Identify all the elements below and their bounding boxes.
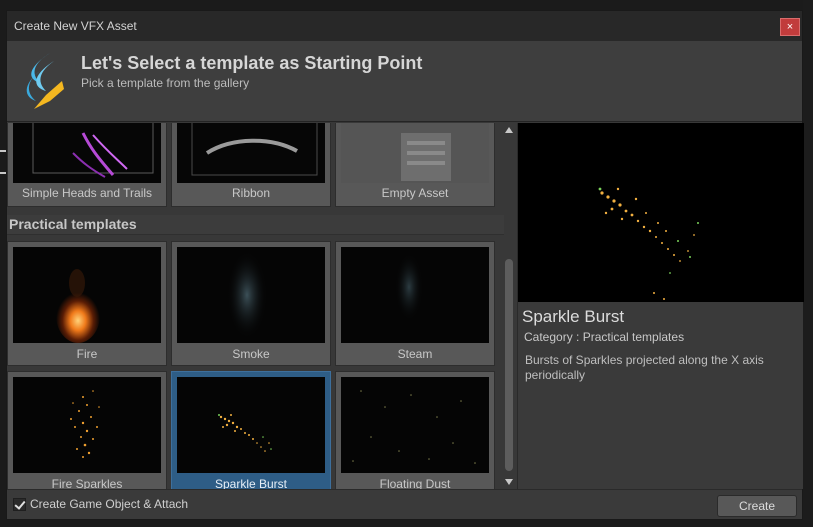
preview-title: Sparkle Burst bbox=[522, 307, 625, 326]
template-label: Empty Asset bbox=[381, 186, 449, 200]
template-gallery[interactable]: Simple Heads and Trails Ribbon Empty Ass… bbox=[7, 123, 504, 489]
template-label: Fire Sparkles bbox=[51, 477, 123, 489]
floating-dust-preview-image bbox=[341, 377, 489, 473]
sparkle-burst-large-preview bbox=[518, 123, 804, 302]
template-tile-floating-dust[interactable]: Floating Dust bbox=[335, 371, 495, 489]
window-title: Create New VFX Asset bbox=[14, 19, 137, 33]
gallery-scrollbar[interactable] bbox=[504, 123, 516, 489]
preview-description: Bursts of Sparkles projected along the X… bbox=[525, 353, 764, 382]
fire-preview-image bbox=[13, 247, 161, 343]
template-tile-fire-sparkles[interactable]: Fire Sparkles bbox=[7, 371, 167, 489]
template-tile-fire[interactable]: Fire bbox=[7, 241, 167, 366]
scroll-up-icon[interactable] bbox=[505, 127, 513, 133]
header-title: Let's Select a template as Starting Poin… bbox=[81, 53, 423, 73]
template-label: Floating Dust bbox=[379, 477, 451, 489]
template-tile-sparkle-burst[interactable]: Sparkle Burst bbox=[171, 371, 331, 489]
template-thumbnail bbox=[13, 377, 161, 473]
dialog-footer: Create Game Object & Attach Create bbox=[7, 489, 802, 519]
template-label: Fire bbox=[76, 347, 98, 361]
create-game-object-label[interactable]: Create Game Object & Attach bbox=[30, 497, 188, 511]
fire-sparkles-preview-image bbox=[13, 377, 161, 473]
section-title-text: Practical templates bbox=[9, 216, 137, 232]
create-vfx-asset-dialog: Create New VFX Asset × Let's Select a te… bbox=[6, 10, 804, 520]
empty-asset-preview-image bbox=[341, 123, 489, 183]
header-subtitle: Pick a template from the gallery bbox=[81, 76, 250, 90]
dialog-header: Let's Select a template as Starting Poin… bbox=[7, 41, 802, 122]
template-label: Ribbon bbox=[231, 186, 271, 200]
steam-preview-image bbox=[341, 247, 489, 343]
section-title-practical: Practical templates bbox=[7, 215, 504, 235]
vfx-graph-logo-icon bbox=[26, 53, 64, 109]
sparkle-burst-preview-image bbox=[177, 377, 325, 473]
template-thumbnail bbox=[341, 377, 489, 473]
create-game-object-checkbox[interactable] bbox=[13, 498, 26, 511]
preview-image bbox=[518, 123, 804, 302]
template-preview-panel: Sparkle Burst Category : Practical templ… bbox=[517, 123, 804, 489]
template-thumbnail bbox=[177, 123, 325, 183]
close-icon: × bbox=[786, 21, 794, 33]
scrollbar-thumb[interactable] bbox=[505, 259, 513, 471]
template-thumbnail bbox=[341, 123, 489, 183]
smoke-preview-image bbox=[177, 247, 325, 343]
template-tile-smoke[interactable]: Smoke bbox=[171, 241, 331, 366]
desktop-background-bottom bbox=[0, 520, 813, 527]
template-tile-simple-heads-and-trails[interactable]: Simple Heads and Trails bbox=[7, 123, 167, 207]
template-tile-empty-asset[interactable]: Empty Asset bbox=[335, 123, 495, 207]
scroll-down-icon[interactable] bbox=[505, 479, 513, 485]
template-label: Steam bbox=[397, 347, 433, 361]
heads-and-trails-preview-image bbox=[13, 123, 161, 183]
title-bar[interactable]: Create New VFX Asset × bbox=[7, 11, 802, 41]
close-button[interactable]: × bbox=[780, 18, 800, 36]
template-label: Smoke bbox=[232, 347, 270, 361]
ribbon-preview-image bbox=[177, 123, 325, 183]
template-thumbnail bbox=[341, 247, 489, 343]
desktop-background-right bbox=[803, 0, 813, 527]
template-thumbnail bbox=[13, 123, 161, 183]
template-label: Simple Heads and Trails bbox=[21, 186, 153, 200]
template-tile-steam[interactable]: Steam bbox=[335, 241, 495, 366]
desktop-background-top bbox=[0, 0, 813, 10]
template-thumbnail bbox=[13, 247, 161, 343]
template-tile-ribbon[interactable]: Ribbon bbox=[171, 123, 331, 207]
template-label: Sparkle Burst bbox=[214, 477, 288, 489]
template-thumbnail bbox=[177, 247, 325, 343]
template-thumbnail bbox=[177, 377, 325, 473]
create-button[interactable]: Create bbox=[717, 495, 797, 517]
preview-category: Category : Practical templates bbox=[524, 330, 685, 344]
